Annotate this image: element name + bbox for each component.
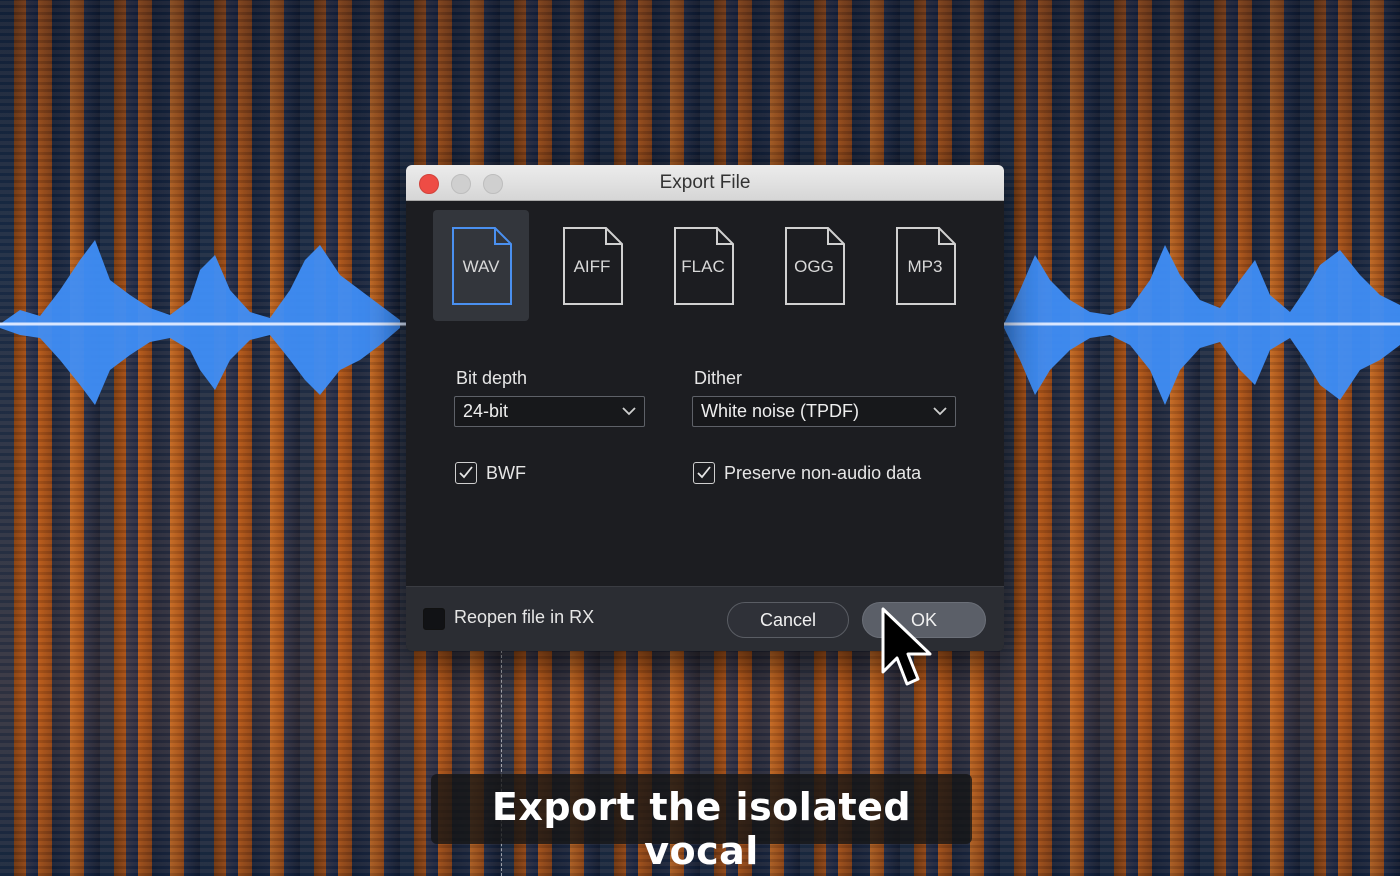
format-wav-button[interactable]: WAV (433, 210, 529, 321)
preserve-non-audio-checkbox[interactable] (693, 462, 715, 484)
dither-value: White noise (TPDF) (701, 401, 860, 421)
checkmark-icon (697, 466, 711, 479)
export-file-dialog: Export File WAV AIFF FLAC OGG MP3 Bit de… (406, 165, 1004, 651)
cancel-button[interactable]: Cancel (727, 602, 849, 638)
format-label: MP3 (907, 257, 943, 276)
bit-depth-value: 24-bit (463, 401, 509, 421)
mouse-pointer-icon (881, 607, 932, 686)
dialog-titlebar[interactable]: Export File (406, 165, 1004, 201)
format-label: AIFF (573, 257, 611, 276)
chevron-down-icon (933, 407, 947, 416)
bwf-label: BWF (486, 463, 526, 483)
format-label: FLAC (681, 257, 725, 276)
format-aiff-button[interactable]: AIFF (544, 210, 640, 321)
reopen-file-label: Reopen file in RX (454, 607, 595, 627)
format-mp3-button[interactable]: MP3 (877, 210, 973, 321)
format-label: WAV (462, 257, 500, 276)
bit-depth-label: Bit depth (456, 368, 528, 388)
format-flac-button[interactable]: FLAC (655, 210, 751, 321)
dither-select[interactable]: White noise (TPDF) (692, 396, 956, 427)
dialog-title: Export File (659, 172, 751, 193)
caption-box: Export the isolated vocal (431, 774, 972, 873)
chevron-down-icon (622, 407, 636, 416)
caption-text: Export the isolated vocal (491, 785, 912, 873)
checkmark-icon (459, 466, 473, 479)
format-ogg-button[interactable]: OGG (766, 210, 862, 321)
bwf-checkbox[interactable] (455, 462, 477, 484)
reopen-file-checkbox[interactable] (423, 608, 445, 630)
bit-depth-select[interactable]: 24-bit (454, 396, 645, 427)
dither-label: Dither (694, 368, 743, 388)
format-label: OGG (794, 257, 834, 276)
preserve-non-audio-label: Preserve non-audio data (724, 463, 922, 483)
